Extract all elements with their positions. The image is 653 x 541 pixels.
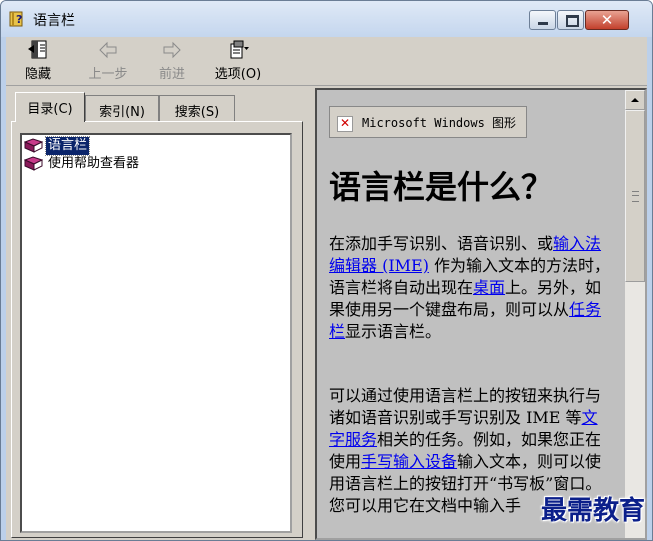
tab-search[interactable]: 搜索(S) bbox=[159, 95, 235, 121]
options-button[interactable]: 选项(O) bbox=[210, 39, 266, 83]
link-desktop[interactable]: 桌面 bbox=[473, 278, 505, 297]
back-button[interactable]: 上一步 bbox=[80, 39, 136, 83]
scroll-thumb[interactable] bbox=[625, 110, 645, 282]
scroll-up-button[interactable] bbox=[625, 90, 645, 110]
minimize-button[interactable] bbox=[529, 10, 556, 30]
forward-arrow-icon bbox=[163, 41, 181, 59]
text: 显示语言栏。 bbox=[345, 322, 442, 341]
watermark: 最需教育 bbox=[540, 496, 645, 526]
tree-item-label: 语言栏 bbox=[44, 136, 91, 156]
client-area: 隐藏 上一步 前进 选项(O) 目录(C) 索引(N) 搜索(S) 语言栏 使用… bbox=[6, 37, 647, 540]
text: 可以通过使用语言栏上的按钮来执行与诸如语音识别或手写识别及 IME 等 bbox=[329, 386, 602, 427]
navigation-pane: 目录(C) 索引(N) 搜索(S) 语言栏 使用帮助查看器 bbox=[9, 88, 307, 540]
maximize-icon bbox=[566, 15, 579, 27]
broken-image: ✕ Microsoft Windows 图形 bbox=[329, 106, 527, 138]
tab-index[interactable]: 索引(N) bbox=[85, 95, 159, 121]
tree-item-label: 使用帮助查看器 bbox=[48, 156, 140, 171]
text: 在添加手写识别、语音识别、或 bbox=[329, 234, 554, 253]
pane-splitter[interactable] bbox=[307, 88, 315, 540]
back-label: 上一步 bbox=[88, 67, 128, 82]
forward-button[interactable]: 前进 bbox=[154, 39, 190, 83]
image-alt-text: Microsoft Windows 图形 bbox=[362, 116, 517, 130]
title-bar[interactable]: ? 语言栏 ✕ bbox=[1, 1, 652, 37]
hide-button[interactable]: 隐藏 bbox=[18, 39, 58, 83]
contents-tree[interactable]: 语言栏 使用帮助查看器 bbox=[20, 133, 292, 533]
help-book-icon: ? bbox=[9, 11, 23, 27]
topic-heading: 语言栏是什么？ bbox=[329, 168, 554, 206]
book-icon bbox=[24, 156, 43, 171]
book-icon bbox=[24, 138, 43, 153]
broken-image-icon: ✕ bbox=[337, 116, 353, 132]
vertical-scrollbar[interactable] bbox=[625, 90, 645, 538]
maximize-button[interactable] bbox=[557, 10, 584, 30]
close-icon: ✕ bbox=[600, 11, 614, 29]
tab-contents[interactable]: 目录(C) bbox=[15, 92, 85, 122]
topic-content: ✕ Microsoft Windows 图形 语言栏是什么？ 在添加手写识别、语… bbox=[317, 90, 625, 538]
svg-text:?: ? bbox=[16, 13, 22, 26]
window-title: 语言栏 bbox=[33, 13, 75, 29]
close-button[interactable]: ✕ bbox=[585, 10, 629, 30]
topic-pane: ✕ Microsoft Windows 图形 语言栏是什么？ 在添加手写识别、语… bbox=[315, 88, 647, 540]
minimize-icon bbox=[538, 22, 548, 25]
hide-label: 隐藏 bbox=[24, 67, 51, 82]
hide-pane-icon bbox=[28, 40, 47, 59]
back-arrow-icon bbox=[99, 41, 117, 59]
contents-tab-page: 语言栏 使用帮助查看器 bbox=[11, 121, 303, 538]
grip-icon bbox=[632, 191, 639, 202]
help-window: ? 语言栏 ✕ 隐藏 上一步 前进 选项(O) 目录(C) 索引(N) 搜索(S… bbox=[0, 0, 653, 541]
up-arrow-icon bbox=[631, 98, 639, 102]
toolbar: 隐藏 上一步 前进 选项(O) bbox=[6, 37, 647, 86]
link-handwriting-device[interactable]: 手写输入设备 bbox=[361, 452, 457, 471]
paragraph-1: 在添加手写识别、语音识别、或输入法编辑器 (IME) 作为输入文本的方法时，语言… bbox=[329, 233, 611, 343]
options-icon bbox=[230, 40, 249, 59]
options-label: 选项(O) bbox=[214, 67, 262, 82]
forward-label: 前进 bbox=[158, 67, 185, 82]
